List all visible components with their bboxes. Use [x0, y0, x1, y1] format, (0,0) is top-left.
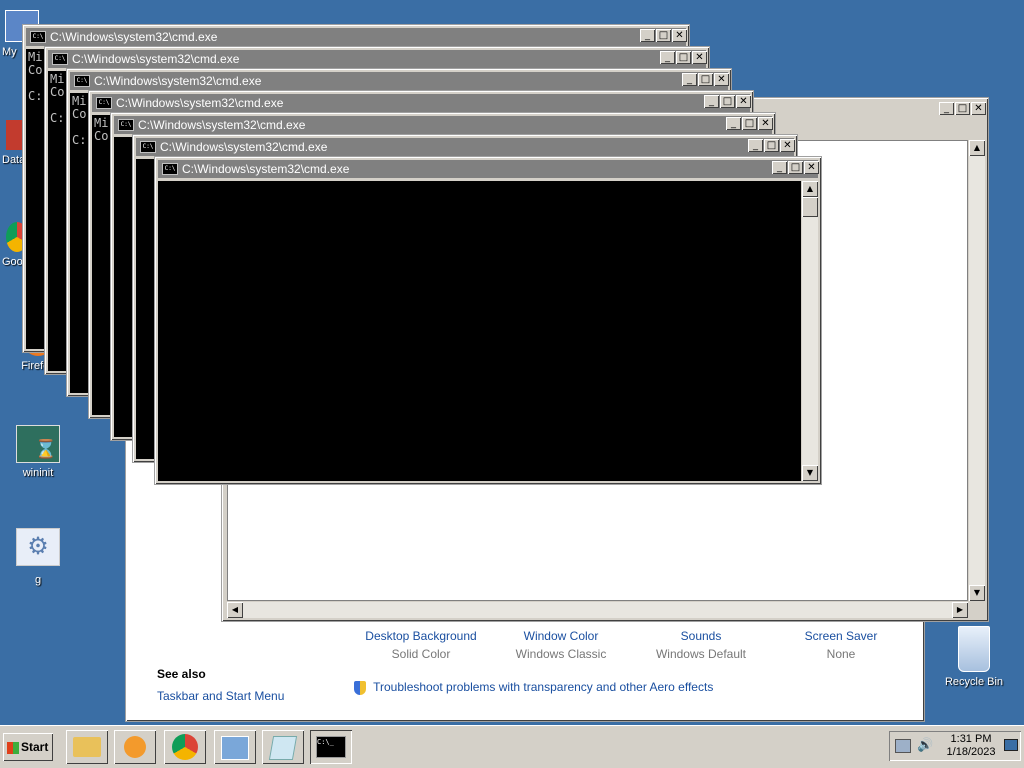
cmd-window-titlebar[interactable]: C:\ C:\Windows\system32\cmd.exe: [136, 138, 794, 156]
gear-icon: ⚙: [16, 528, 60, 566]
media-player-icon: [124, 736, 146, 758]
start-button[interactable]: Start: [3, 733, 53, 761]
show-desktop-icon[interactable]: [1004, 739, 1018, 751]
recycle-bin-icon: [958, 626, 990, 672]
maximize-button[interactable]: □: [742, 117, 757, 130]
maximize-button[interactable]: □: [676, 51, 691, 64]
close-button[interactable]: ✕: [736, 95, 751, 108]
close-button[interactable]: ✕: [714, 73, 729, 86]
windows-flag-icon: [7, 741, 19, 754]
scroll-down-button[interactable]: ▼: [969, 585, 985, 601]
minimize-button[interactable]: _: [939, 102, 954, 115]
scroll-right-button[interactable]: ▶: [952, 602, 968, 618]
minimize-button[interactable]: _: [640, 29, 655, 42]
volume-icon[interactable]: 🔊: [917, 737, 933, 753]
cmd-window-7[interactable]: C:\ C:\Windows\system32\cmd.exe _ □ ✕ ▲ ▼: [154, 156, 822, 485]
system-tray: 🔊 1:31 PM 1/18/2023: [889, 731, 1021, 761]
desktop-background-link[interactable]: Desktop Background: [356, 629, 486, 643]
minimize-button[interactable]: _: [682, 73, 697, 86]
cmd-icon: C:\: [118, 119, 134, 131]
minimize-button[interactable]: _: [660, 51, 675, 64]
close-button[interactable]: ✕: [672, 29, 687, 42]
maximize-button[interactable]: □: [788, 161, 803, 174]
cmd-icon: C:\: [162, 163, 178, 175]
close-button[interactable]: ✕: [804, 161, 819, 174]
desktop-icon-recycle-bin[interactable]: Recycle Bin: [940, 626, 1008, 688]
cmd-window-controls: _ □ ✕: [639, 27, 687, 42]
minimize-button[interactable]: _: [726, 117, 741, 130]
close-button[interactable]: ✕: [971, 102, 986, 115]
taskbar-chrome[interactable]: [164, 730, 206, 764]
clock[interactable]: 1:31 PM 1/18/2023: [941, 733, 1001, 759]
see-also-heading: See also: [157, 667, 206, 681]
cmd-window-controls: _ □ ✕: [659, 49, 707, 64]
cmd-icon: C:\: [74, 75, 90, 87]
window-color-link[interactable]: Window Color: [496, 629, 626, 643]
console-vscroll[interactable]: ▲ ▼: [802, 181, 818, 481]
maximize-button[interactable]: □: [720, 95, 735, 108]
sounds-value: Windows Default: [655, 647, 747, 661]
cmd-window-titlebar[interactable]: C:\ C:\Windows\system32\cmd.exe: [158, 160, 818, 178]
minimize-button[interactable]: _: [748, 139, 763, 152]
maximize-button[interactable]: □: [955, 102, 970, 115]
cmd-icon: C:\: [30, 31, 46, 43]
hourglass-icon: ⌛: [16, 425, 60, 463]
chrome-icon: [172, 734, 198, 760]
blank-window-vscroll[interactable]: ▲ ▼: [969, 140, 985, 601]
console-output[interactable]: [158, 181, 801, 481]
close-button[interactable]: ✕: [780, 139, 795, 152]
close-button[interactable]: ✕: [692, 51, 707, 64]
sounds-link[interactable]: Sounds: [636, 629, 766, 643]
blank-window-hscroll[interactable]: ◀ ▶: [227, 602, 968, 618]
close-button[interactable]: ✕: [758, 117, 773, 130]
desktop-background-value: Solid Color: [391, 647, 451, 661]
cmd-window-titlebar[interactable]: C:\ C:\Windows\system32\cmd.exe: [48, 50, 706, 68]
network-icon[interactable]: [895, 739, 911, 753]
cmd-window-titlebar[interactable]: C:\ C:\Windows\system32\cmd.exe: [92, 94, 750, 112]
taskbar-start-menu-link[interactable]: Taskbar and Start Menu: [157, 689, 284, 703]
scroll-up-button[interactable]: ▲: [969, 140, 985, 156]
scroll-thumb[interactable]: [802, 197, 818, 217]
cmd-window-controls: _ □ ✕: [771, 159, 819, 174]
screen-saver-value: None: [826, 647, 856, 661]
maximize-button[interactable]: □: [698, 73, 713, 86]
desktop-icon-g[interactable]: ⚙ g: [6, 528, 70, 586]
notepad-icon: [268, 736, 298, 760]
taskbar-cmd[interactable]: C:\_: [310, 730, 352, 764]
scroll-left-button[interactable]: ◀: [227, 602, 243, 618]
taskbar: Start C:\_ 🔊 1:31 PM 1/18/2023: [0, 725, 1024, 768]
cmd-icon: C:\: [52, 53, 68, 65]
scroll-up-button[interactable]: ▲: [802, 181, 818, 197]
window-color-value: Windows Classic: [515, 647, 607, 661]
maximize-button[interactable]: □: [656, 29, 671, 42]
folder-icon: [73, 737, 101, 757]
control-panel-icon: [221, 736, 249, 760]
troubleshoot-link[interactable]: Troubleshoot problems with transparency …: [354, 680, 713, 695]
minimize-button[interactable]: _: [772, 161, 787, 174]
taskbar-control-panel[interactable]: [214, 730, 256, 764]
scroll-down-button[interactable]: ▼: [802, 465, 818, 481]
taskbar-notepad[interactable]: [262, 730, 304, 764]
cmd-window-controls: _ □ ✕: [747, 137, 795, 152]
cmd-window-titlebar[interactable]: C:\ C:\Windows\system32\cmd.exe: [70, 72, 728, 90]
blank-window-controls: _ □ ✕: [938, 100, 986, 115]
cmd-icon: C:\: [96, 97, 112, 109]
taskbar-explorer[interactable]: [66, 730, 108, 764]
cmd-window-controls: _ □ ✕: [725, 115, 773, 130]
desktop-icon-wininit[interactable]: ⌛ wininit: [6, 425, 70, 479]
cmd-window-titlebar[interactable]: C:\ C:\Windows\system32\cmd.exe: [114, 116, 772, 134]
maximize-button[interactable]: □: [764, 139, 779, 152]
shield-icon: [354, 680, 366, 695]
minimize-button[interactable]: _: [704, 95, 719, 108]
cmd-window-titlebar[interactable]: C:\ C:\Windows\system32\cmd.exe: [26, 28, 686, 46]
cmd-icon: C:\_: [316, 736, 346, 758]
cmd-icon: C:\: [140, 141, 156, 153]
cmd-window-controls: _ □ ✕: [681, 71, 729, 86]
screen-saver-link[interactable]: Screen Saver: [776, 629, 906, 643]
taskbar-media-player[interactable]: [114, 730, 156, 764]
cmd-window-controls: _ □ ✕: [703, 93, 751, 108]
